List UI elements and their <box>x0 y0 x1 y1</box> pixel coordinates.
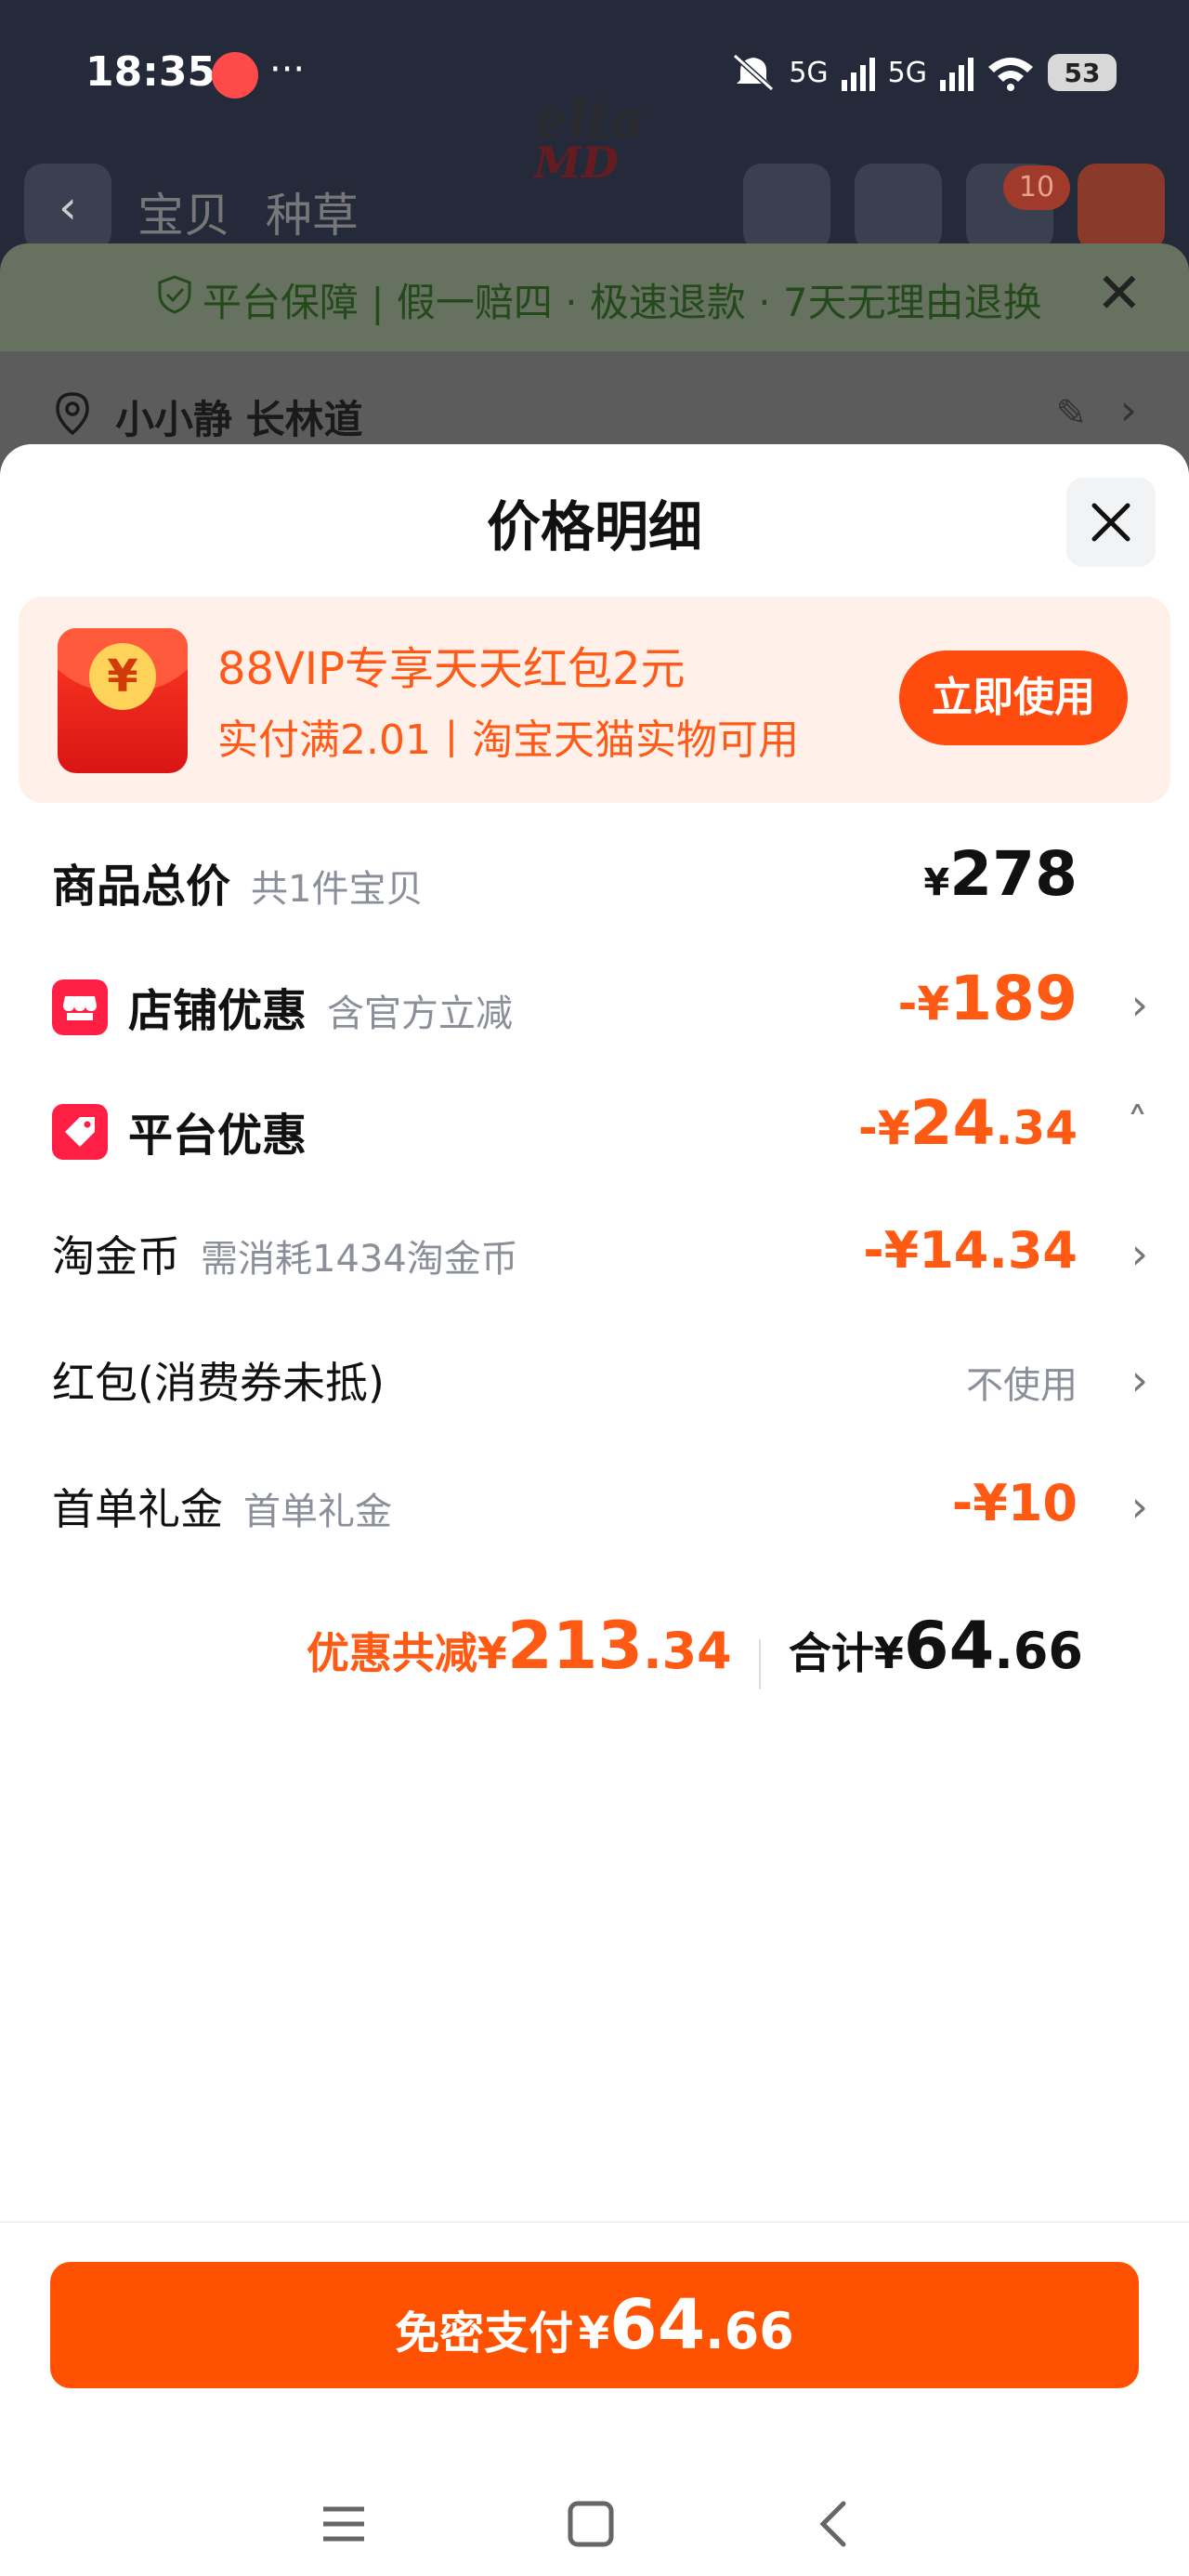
wifi-icon <box>988 58 1033 91</box>
goods-total-value: ¥278 <box>923 838 1078 910</box>
goods-total-row: 商品总价 共1件宝贝 ¥278 <box>0 829 1189 922</box>
first-gift-label: 首单礼金 <box>52 1484 223 1534</box>
red-packet-label: 红包(消费券未抵) <box>52 1358 385 1408</box>
coupon-title: 88VIP专享天天红包2元 <box>217 643 686 695</box>
status-more-dots: ··· <box>269 48 306 91</box>
use-now-button[interactable]: 立即使用 <box>899 651 1128 745</box>
status-indicators: 5G 5G 53 <box>731 52 1117 93</box>
close-button[interactable] <box>1066 478 1156 567</box>
tag-icon <box>52 1104 108 1160</box>
more-icon[interactable] <box>1078 164 1165 251</box>
chevron-up-icon[interactable]: ˄ <box>1127 1098 1148 1149</box>
first-gift-value: -¥10 <box>951 1474 1078 1532</box>
platform-discount-row[interactable]: 平台优惠 -¥24.34 ˄ <box>0 1078 1189 1171</box>
shop-discount-row[interactable]: 店铺优惠 含官方立减 -¥189 › <box>0 953 1189 1046</box>
network-type-2: 5G <box>887 56 927 89</box>
share-icon[interactable] <box>855 164 942 251</box>
search-icon[interactable] <box>743 164 830 251</box>
back-icon[interactable] <box>799 2487 873 2561</box>
taojinbi-hint: 需消耗1434淘金币 <box>201 1238 518 1281</box>
first-order-gift-row[interactable]: 首单礼金 首单礼金 -¥10 › <box>0 1455 1189 1548</box>
edit-icon[interactable]: ✎ <box>1055 392 1087 435</box>
sheet-title: 价格明细 <box>486 495 702 559</box>
goods-total-label: 商品总价 <box>52 861 231 913</box>
chevron-right-icon[interactable]: › <box>1131 1481 1148 1531</box>
status-time: 18:35 <box>85 48 216 96</box>
bottom-divider <box>0 2221 1189 2223</box>
close-icon[interactable]: ✕ <box>1096 266 1143 322</box>
cart-count-badge: 10 <box>1003 165 1070 210</box>
address-row[interactable]: 小小静 长林道 ✎ › <box>0 351 1189 453</box>
chevron-right-icon[interactable]: › <box>1131 979 1148 1030</box>
product-tabs: 宝贝 种草 <box>137 178 379 245</box>
taojinbi-label: 淘金币 <box>52 1231 180 1281</box>
shield-check-icon <box>158 275 191 314</box>
chevron-right-icon[interactable]: › <box>1131 1355 1148 1405</box>
battery-icon: 53 <box>1048 54 1117 91</box>
taojinbi-value: -¥14.34 <box>863 1221 1078 1280</box>
app-notification-icon <box>212 52 258 99</box>
pay-button-label: 免密支付 <box>395 2307 574 2359</box>
first-gift-hint: 首单礼金 <box>243 1491 392 1533</box>
address-text: 小小静 长林道 <box>115 397 363 442</box>
vip-red-packet-card: ¥ 88VIP专享天天红包2元 实付满2.01丨淘宝天猫实物可用 立即使用 <box>19 597 1170 803</box>
back-icon[interactable]: ‹ <box>24 164 111 251</box>
guarantee-text: 平台保障 | 假一赔四 · 极速退款 · 7天无理由退换 <box>203 280 1042 325</box>
taojinbi-row[interactable]: 淘金币 需消耗1434淘金币 -¥14.34 › <box>0 1203 1189 1295</box>
tab-item[interactable]: 宝贝 <box>137 189 230 243</box>
location-pin-icon <box>56 392 89 435</box>
platform-discount-value: -¥24.34 <box>858 1087 1078 1159</box>
chevron-right-icon[interactable]: › <box>1131 1229 1148 1279</box>
shop-discount-value: -¥189 <box>897 963 1078 1034</box>
mute-icon <box>733 53 775 92</box>
coupon-subtitle: 实付满2.01丨淘宝天猫实物可用 <box>217 716 799 764</box>
home-icon[interactable] <box>554 2487 628 2561</box>
shop-icon <box>52 979 108 1035</box>
price-detail-sheet: 价格明细 ¥ 88VIP专享天天红包2元 实付满2.01丨淘宝天猫实物可用 立即… <box>0 444 1189 2576</box>
total-savings: 优惠共减¥213.34 <box>306 1608 732 1684</box>
pay-amount: 64 <box>609 2285 706 2365</box>
red-packet-row[interactable]: 红包(消费券未抵) 不使用 › <box>0 1329 1189 1422</box>
network-type-1: 5G <box>789 56 829 89</box>
summary-divider <box>759 1638 762 1689</box>
goods-count-hint: 共1件宝贝 <box>251 868 424 911</box>
signal-icon <box>940 54 973 91</box>
tab-community[interactable]: 种草 <box>266 189 359 243</box>
close-icon <box>1091 503 1130 542</box>
chevron-right-icon[interactable]: › <box>1120 385 1137 435</box>
red-envelope-icon: ¥ <box>58 628 188 773</box>
system-nav-bar <box>0 2468 1189 2576</box>
price-summary: 优惠共减¥213.34 合计¥64.66 <box>307 1608 1083 1689</box>
signal-icon <box>841 54 875 91</box>
shop-discount-hint: 含官方立减 <box>327 992 514 1035</box>
shop-discount-label: 店铺优惠 <box>128 985 307 1037</box>
guarantee-bar: 平台保障 | 假一赔四 · 极速退款 · 7天无理由退换 ✕ <box>0 243 1189 351</box>
menu-icon[interactable] <box>307 2487 381 2561</box>
platform-discount-label: 平台优惠 <box>128 1110 307 1162</box>
password-free-pay-button[interactable]: 免密支付 ¥64.66 <box>50 2262 1139 2388</box>
order-total: 合计¥64.66 <box>788 1608 1083 1684</box>
red-packet-value: 不使用 <box>966 1364 1078 1407</box>
